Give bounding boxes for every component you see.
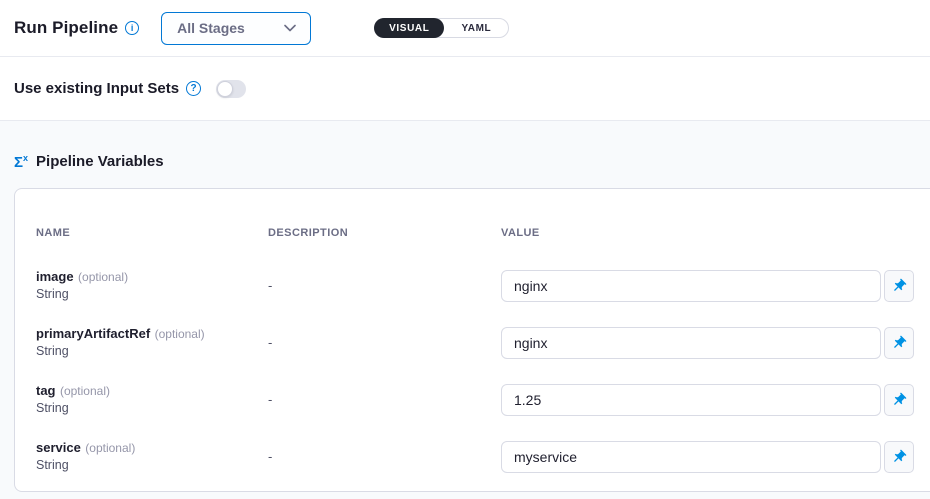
section-title: Pipeline Variables — [36, 153, 164, 170]
pin-value-button[interactable] — [884, 441, 914, 473]
variable-description: - — [268, 392, 501, 407]
table-row: tag (optional) String - — [36, 371, 914, 428]
variable-value-input[interactable] — [501, 441, 881, 473]
input-sets-toggle[interactable] — [216, 80, 246, 98]
pin-icon — [888, 445, 911, 468]
pin-value-button[interactable] — [884, 384, 914, 416]
variable-optional-tag: (optional) — [85, 441, 135, 455]
input-sets-band: Use existing Input Sets ? — [0, 57, 930, 121]
stage-selector-dropdown[interactable]: All Stages — [161, 12, 311, 45]
pin-icon — [888, 274, 911, 297]
page-title: Run Pipeline — [14, 18, 118, 38]
pipeline-variables-section: Σx Pipeline Variables NAME DESCRIPTION V… — [0, 121, 930, 499]
variable-type: String — [36, 343, 268, 360]
variable-optional-tag: (optional) — [60, 384, 110, 398]
variable-description: - — [268, 278, 501, 293]
variable-value-input[interactable] — [501, 327, 881, 359]
sigma-variables-icon: Σx — [14, 154, 28, 170]
table-row: image (optional) String - — [36, 257, 914, 314]
variable-description: - — [268, 335, 501, 350]
chevron-down-icon — [284, 24, 296, 32]
table-row: service (optional) String - — [36, 428, 914, 485]
input-sets-label: Use existing Input Sets — [14, 80, 179, 97]
view-mode-toggle: VISUAL YAML — [374, 18, 509, 38]
column-header-description: DESCRIPTION — [268, 227, 501, 239]
pin-value-button[interactable] — [884, 327, 914, 359]
variable-value-cell — [501, 327, 914, 359]
variable-type: String — [36, 286, 268, 303]
run-pipeline-header: Run Pipeline i All Stages VISUAL YAML — [0, 0, 930, 57]
variable-name: service — [36, 440, 81, 455]
variable-name-cell: image (optional) String — [36, 268, 268, 303]
table-row: primaryArtifactRef (optional) String - — [36, 314, 914, 371]
help-icon[interactable]: ? — [186, 81, 201, 96]
variable-name: image — [36, 269, 74, 284]
variable-value-cell — [501, 441, 914, 473]
variable-value-cell — [501, 384, 914, 416]
variable-value-cell — [501, 270, 914, 302]
variable-value-input[interactable] — [501, 384, 881, 416]
table-header-row: NAME DESCRIPTION VALUE — [36, 223, 914, 243]
pin-icon — [888, 388, 911, 411]
variable-optional-tag: (optional) — [78, 270, 128, 284]
variable-name-cell: service (optional) String — [36, 439, 268, 474]
stage-selector-value: All Stages — [177, 20, 245, 36]
column-header-value: VALUE — [501, 227, 914, 239]
tab-yaml[interactable]: YAML — [444, 19, 508, 37]
pin-icon — [888, 331, 911, 354]
section-heading: Σx Pipeline Variables — [14, 153, 164, 170]
tab-visual[interactable]: VISUAL — [374, 18, 444, 38]
variable-type: String — [36, 457, 268, 474]
column-header-name: NAME — [36, 227, 268, 239]
toggle-knob — [217, 81, 233, 97]
variable-value-input[interactable] — [501, 270, 881, 302]
variable-name: primaryArtifactRef — [36, 326, 150, 341]
variable-name-cell: tag (optional) String — [36, 382, 268, 417]
pin-value-button[interactable] — [884, 270, 914, 302]
variable-name-cell: primaryArtifactRef (optional) String — [36, 325, 268, 360]
info-icon[interactable]: i — [125, 21, 139, 35]
variable-type: String — [36, 400, 268, 417]
variable-name: tag — [36, 383, 56, 398]
variable-description: - — [268, 449, 501, 464]
variables-card: NAME DESCRIPTION VALUE image (optional) … — [14, 188, 930, 492]
variable-optional-tag: (optional) — [155, 327, 205, 341]
